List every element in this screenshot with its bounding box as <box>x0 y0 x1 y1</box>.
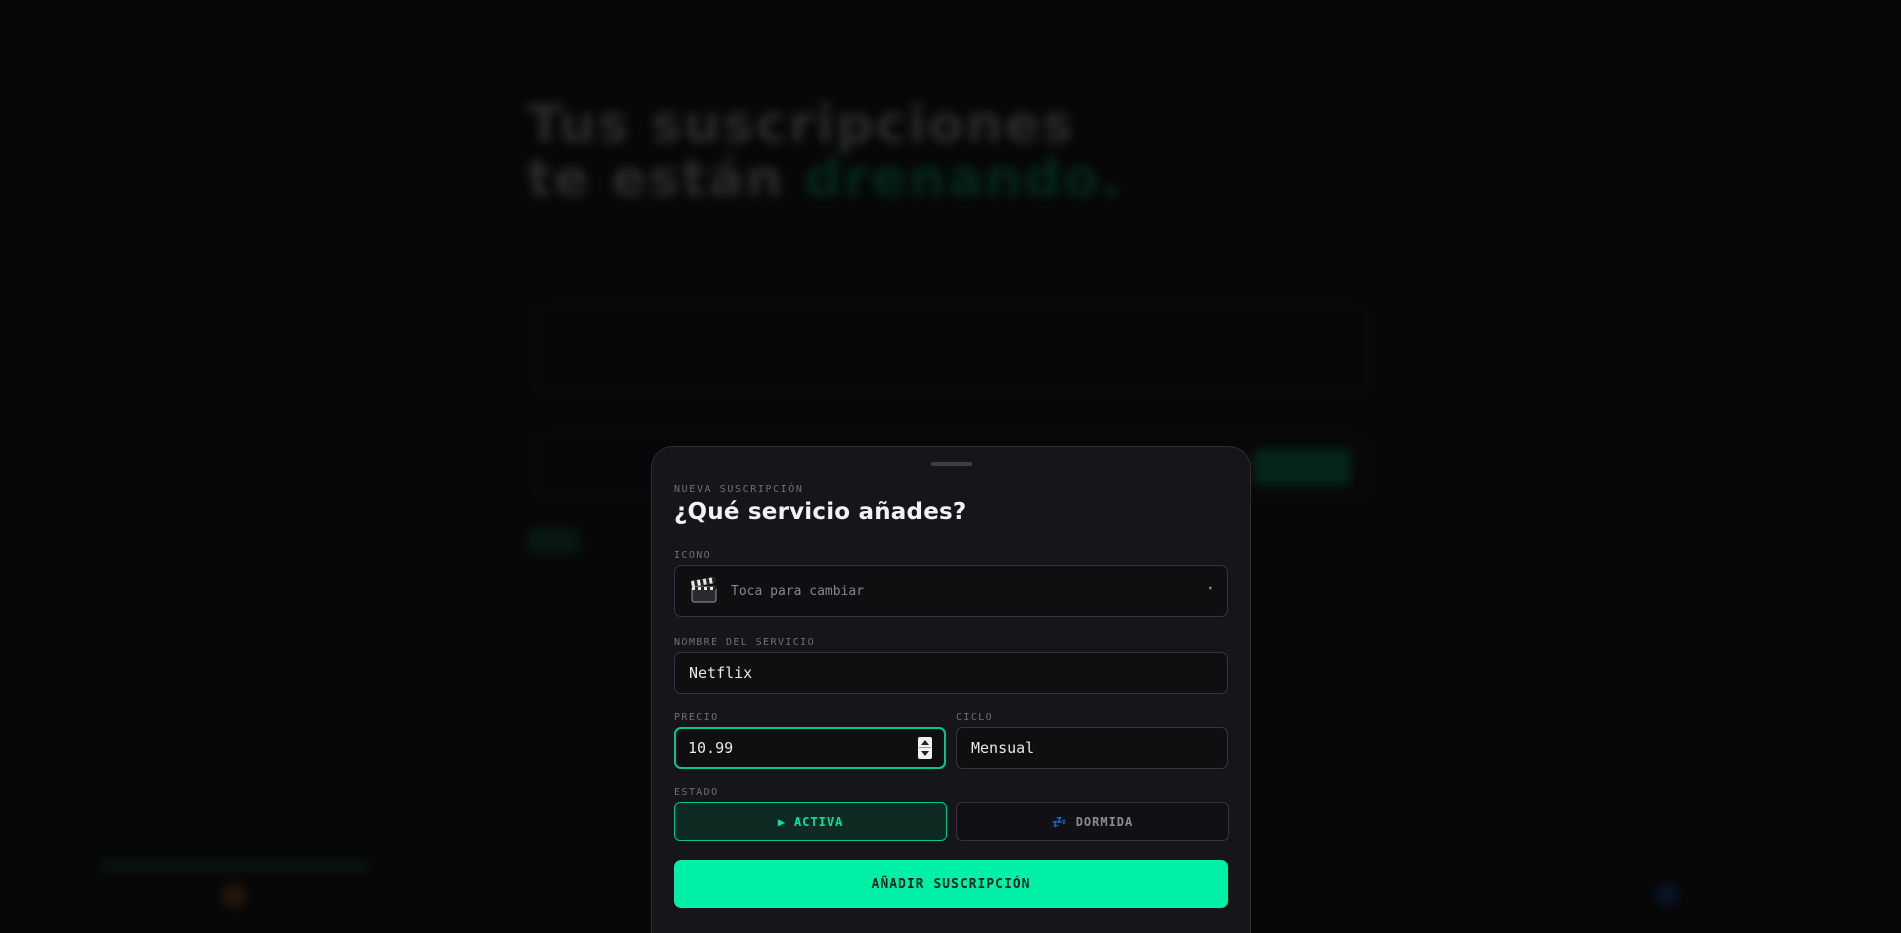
state-sleep-label: DORMIDA <box>1075 814 1134 829</box>
stepper-down-icon[interactable] <box>921 751 929 756</box>
stepper-up-icon[interactable] <box>921 740 929 745</box>
state-active-label: ACTIVA <box>793 814 844 829</box>
price-input[interactable] <box>676 729 944 767</box>
add-subscription-sheet: NUEVA SUSCRIPCIÓN ¿Qué servicio añades? … <box>651 446 1251 933</box>
price-field <box>674 727 946 769</box>
play-icon: ▶ <box>777 814 786 829</box>
service-name-input[interactable] <box>675 653 1227 693</box>
clapper-board-icon <box>689 575 719 605</box>
cycle-input[interactable] <box>957 728 1227 768</box>
sheet-title: ¿Qué servicio añades? <box>674 499 967 525</box>
state-sleep-button[interactable]: 💤 DORMIDA <box>956 802 1229 841</box>
icon-label: ICONO <box>674 550 712 561</box>
price-label: PRECIO <box>674 712 719 723</box>
cycle-field <box>956 727 1228 769</box>
sheet-drag-handle[interactable] <box>931 462 972 466</box>
service-name-field <box>674 652 1228 694</box>
sleep-icon: 💤 <box>1051 814 1068 829</box>
icon-picker-hint: Toca para cambiar <box>731 584 865 599</box>
stepper-divider <box>919 747 931 748</box>
cycle-label: CICLO <box>956 712 994 723</box>
icon-picker[interactable]: Toca para cambiar ▾ <box>674 565 1228 617</box>
chevron-down-icon: ▾ <box>1207 584 1213 594</box>
state-label: ESTADO <box>674 787 719 798</box>
price-stepper[interactable] <box>918 737 932 759</box>
state-active-button[interactable]: ▶ ACTIVA <box>674 802 947 841</box>
sheet-eyebrow: NUEVA SUSCRIPCIÓN <box>674 484 804 495</box>
add-subscription-button[interactable]: AÑADIR SUSCRIPCIÓN <box>674 860 1228 908</box>
service-name-label: NOMBRE DEL SERVICIO <box>674 637 815 648</box>
